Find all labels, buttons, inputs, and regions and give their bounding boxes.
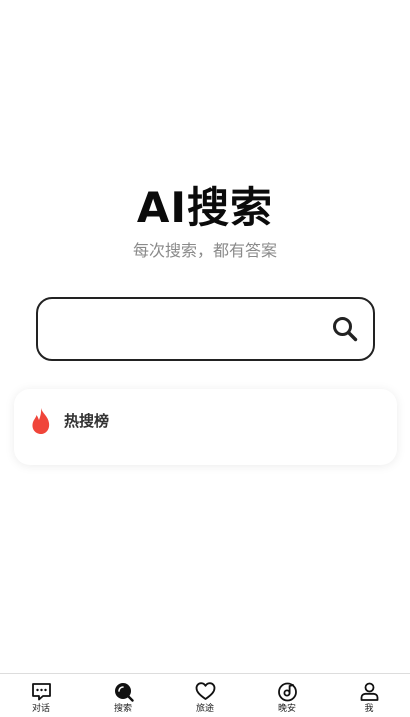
tab-label: 搜索 — [113, 704, 132, 714]
bottom-tab-bar: 对话 搜索 旅途 晚安 我 — [0, 673, 410, 717]
tab-label: 我 — [364, 704, 374, 714]
page-subtitle: 每次搜索，都有答案 — [132, 241, 277, 260]
hot-search-card[interactable]: 热搜榜 — [14, 389, 397, 465]
page-title: AI搜索 — [136, 183, 274, 232]
flame-icon — [32, 408, 50, 434]
chat-icon — [31, 683, 51, 701]
tab-label: 对话 — [31, 704, 50, 714]
search-box[interactable] — [36, 297, 375, 361]
tab-label: 晚安 — [277, 704, 296, 714]
tab-chat[interactable]: 对话 — [0, 674, 82, 717]
search-input[interactable] — [54, 311, 324, 347]
tab-label: 旅途 — [195, 704, 214, 714]
screen: AI搜索 每次搜索，都有答案 热搜榜 对话 搜索 旅途 晚安 我 — [0, 0, 410, 717]
heart-icon — [195, 682, 215, 700]
tab-goodnight[interactable]: 晚安 — [246, 674, 328, 717]
search-icon[interactable] — [331, 315, 359, 343]
hot-search-title: 热搜榜 — [64, 412, 110, 430]
tab-me[interactable]: 我 — [328, 674, 410, 717]
search-icon — [114, 683, 134, 702]
music-disc-icon — [277, 682, 297, 702]
tab-search[interactable]: 搜索 — [82, 674, 164, 717]
person-icon — [360, 682, 378, 701]
tab-journey[interactable]: 旅途 — [164, 674, 246, 717]
